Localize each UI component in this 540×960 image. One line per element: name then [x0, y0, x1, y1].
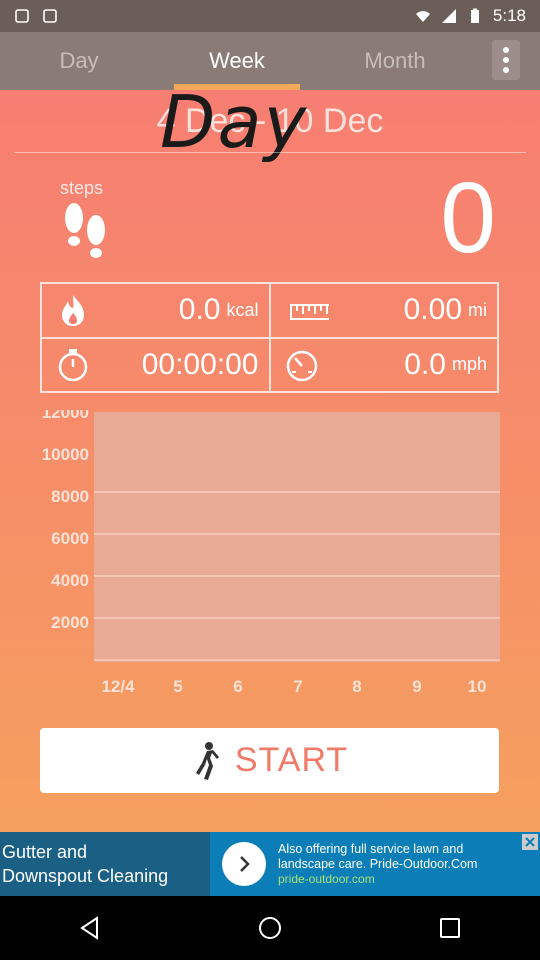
walking-icon	[195, 741, 219, 780]
x-tick-label: 9	[412, 677, 421, 696]
battery-icon	[470, 8, 479, 23]
y-tick-label: 6000	[51, 529, 89, 548]
distance-cell: 0.00 mi	[269, 283, 498, 338]
ruler-icon	[289, 304, 329, 321]
y-tick-label: 2000	[51, 613, 89, 632]
recents-button[interactable]	[430, 908, 470, 948]
main-panel: 4 Dec - 10 Dec Day steps 0 0.0 kcal 0.00…	[0, 90, 540, 832]
duration-value: 00:00:00	[141, 347, 259, 381]
tab-month[interactable]: Month	[316, 32, 474, 90]
speed-cell: 0.0 mph	[269, 337, 498, 392]
stats-grid: 0.0 kcal 0.00 mi 00:00:00 0.0 mph	[40, 282, 499, 393]
stopwatch-icon	[58, 348, 88, 381]
ad-title-line2: Downspout Cleaning	[2, 866, 169, 886]
y-tick-label: 8000	[51, 487, 89, 506]
recents-icon	[440, 918, 460, 938]
y-tick-label: 12000	[42, 410, 89, 422]
x-tick-label: 7	[293, 677, 302, 696]
status-time: 5:18	[492, 6, 526, 25]
status-bar: 5:18	[0, 0, 540, 32]
calories-value: 0.0	[178, 293, 221, 327]
calories-unit: kcal	[226, 299, 259, 320]
ad-title-line1: Gutter and	[2, 842, 88, 862]
home-button[interactable]	[250, 908, 290, 948]
back-button[interactable]	[70, 908, 110, 948]
calories-cell: 0.0 kcal	[41, 283, 270, 338]
weekly-steps-chart: 2000 4000 6000 8000 10000 12000 12/4 5 6 7 8 9 10	[42, 410, 500, 696]
tab-day[interactable]: Day	[0, 32, 158, 90]
steps-value: 0	[440, 162, 496, 274]
speed-unit: mph	[451, 354, 487, 375]
y-tick-label: 4000	[51, 571, 89, 590]
period-tabs: Day Week Month	[0, 32, 540, 90]
x-tick-label: 8	[352, 677, 361, 696]
steps-label: steps	[60, 178, 104, 198]
ad-banner[interactable]: Gutter and Downspout Cleaning Also offer…	[0, 832, 540, 896]
ad-arrow-button[interactable]	[222, 842, 266, 886]
signal-icon	[441, 9, 456, 23]
chevron-right-icon	[240, 856, 250, 872]
distance-value: 0.00	[403, 293, 462, 327]
footprints-icon	[65, 203, 105, 258]
tab-week[interactable]: Week	[158, 32, 316, 90]
flame-icon	[62, 295, 84, 327]
ad-domain: pride-outdoor.com	[278, 871, 375, 886]
overflow-menu-icon[interactable]	[492, 40, 520, 80]
speedometer-icon	[286, 350, 317, 381]
back-icon	[80, 916, 98, 940]
y-tick-label: 10000	[42, 445, 89, 464]
notification-icon	[43, 9, 57, 23]
x-tick-label: 6	[233, 677, 242, 696]
home-icon	[259, 917, 281, 939]
distance-unit: mi	[468, 299, 487, 320]
speed-value: 0.0	[404, 347, 446, 381]
wifi-icon	[415, 11, 430, 22]
x-tick-label: 5	[173, 677, 182, 696]
chart-plot-area	[94, 412, 500, 662]
ad-body: Also offering full service lawn and land…	[278, 842, 540, 887]
notification-icon	[15, 9, 29, 23]
x-tick-label: 12/4	[101, 677, 135, 696]
duration-cell: 00:00:00	[41, 337, 270, 392]
ad-close-icon[interactable]	[522, 834, 538, 850]
ad-body-text: Also offering full service lawn and land…	[278, 841, 478, 871]
start-button[interactable]: START	[40, 728, 499, 793]
x-tick-label: 10	[468, 677, 487, 696]
system-nav-bar	[0, 896, 540, 960]
divider	[14, 152, 526, 153]
ad-title: Gutter and Downspout Cleaning	[0, 832, 210, 896]
start-button-label: START	[234, 741, 349, 779]
